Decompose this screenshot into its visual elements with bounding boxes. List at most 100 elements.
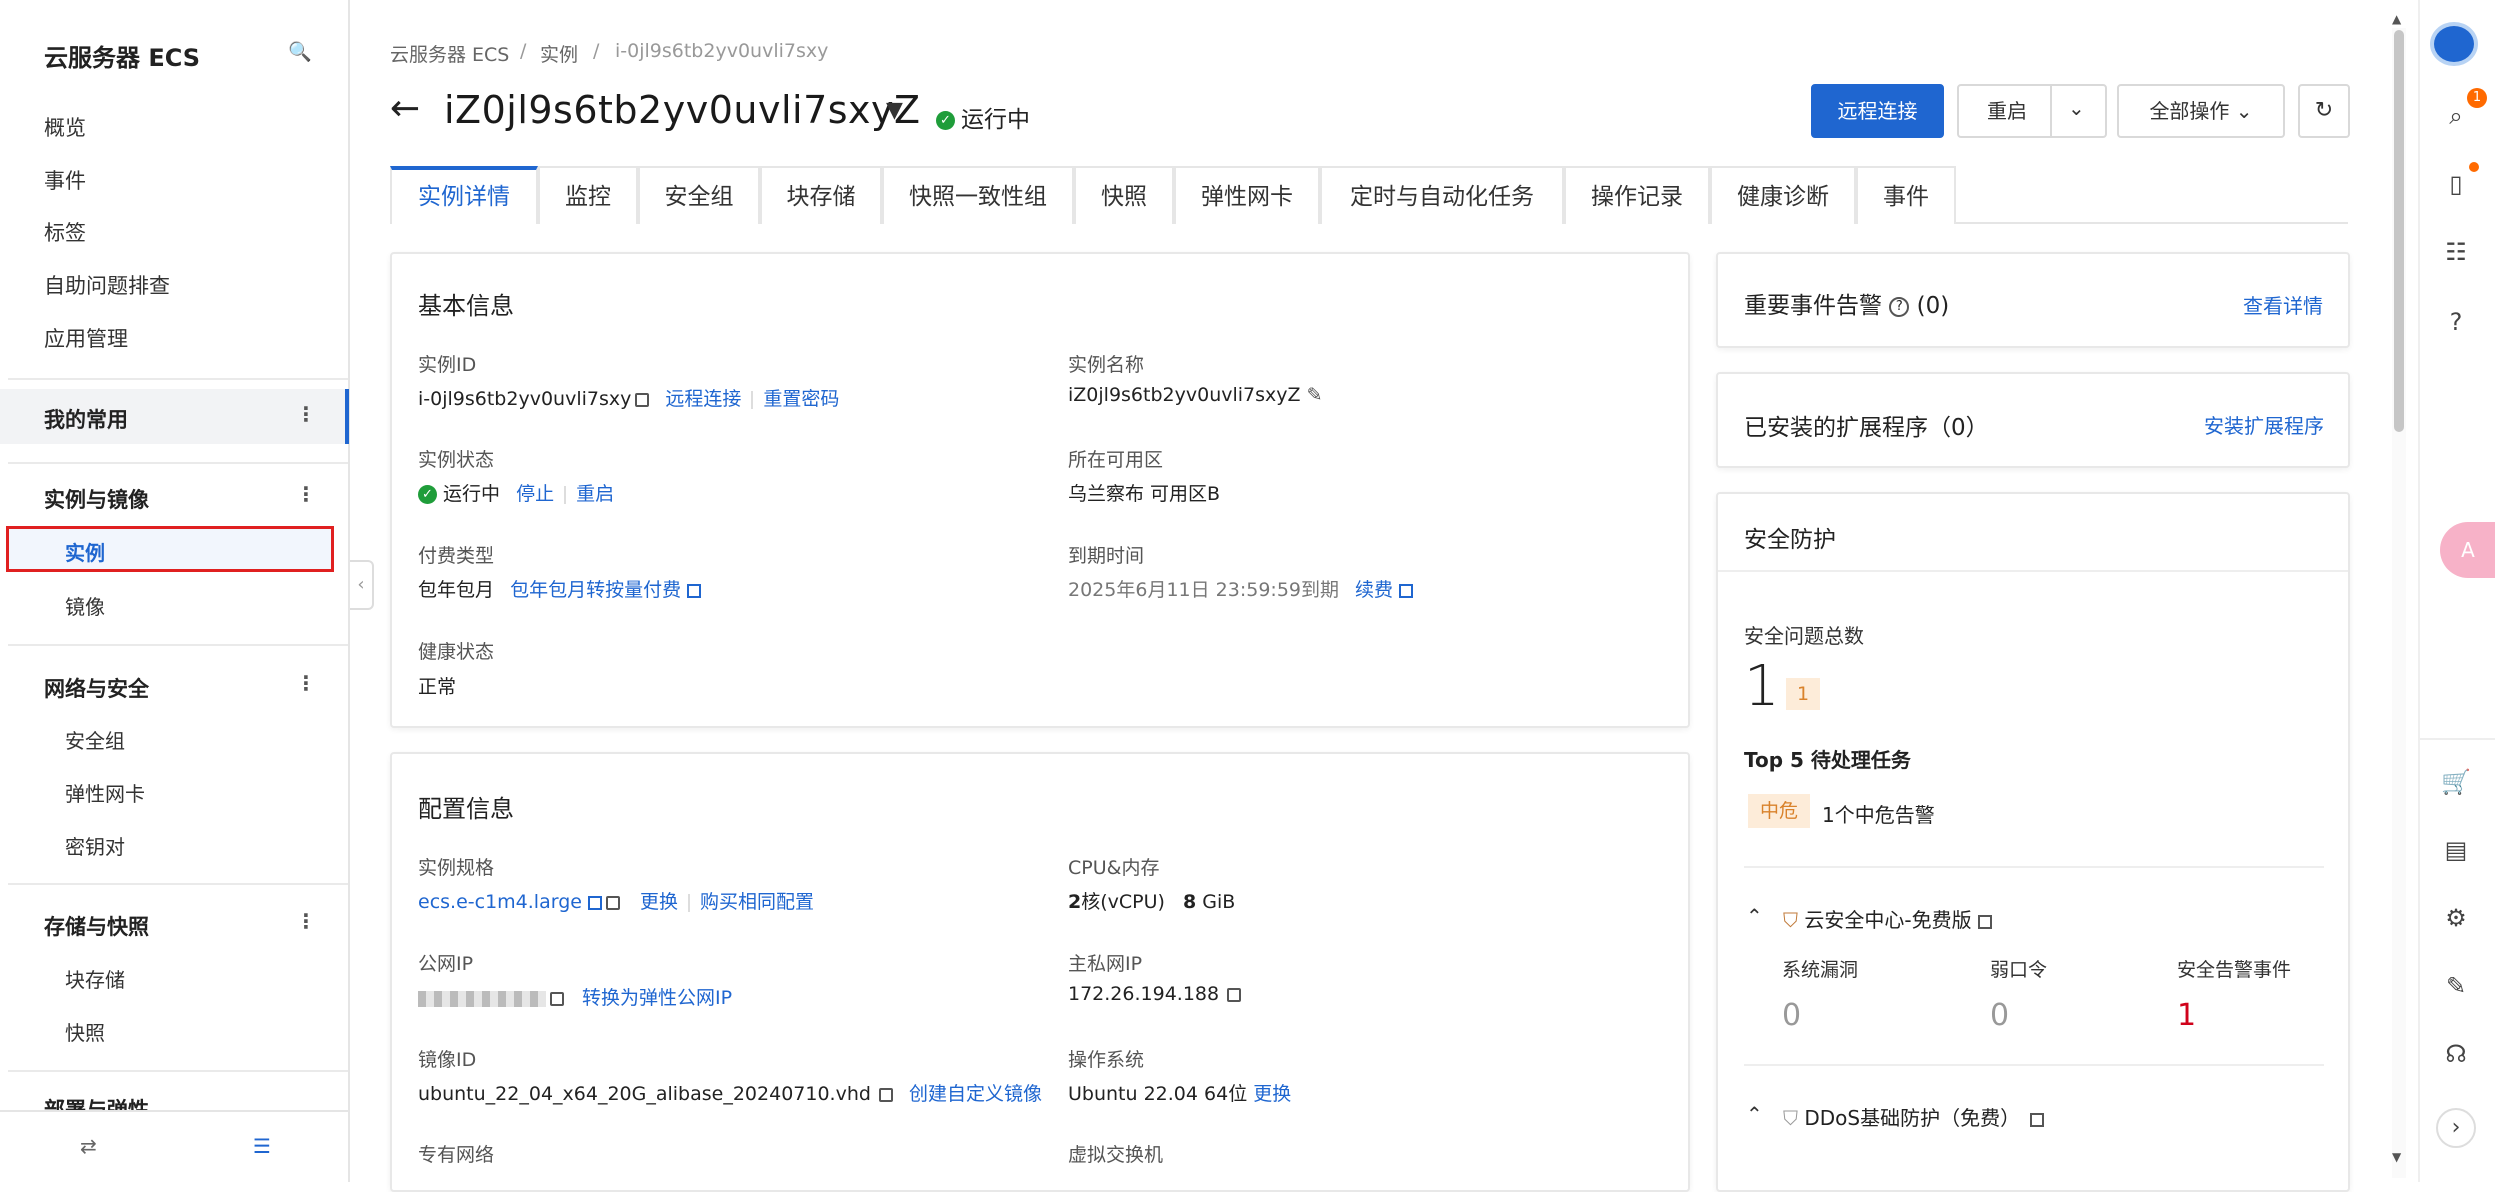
chevron-up-icon[interactable]: ⌃ bbox=[1746, 904, 1763, 928]
create-image-link[interactable]: 创建自定义镜像 bbox=[909, 1083, 1042, 1105]
sidebar-item-app-mgmt[interactable]: 应用管理 bbox=[44, 323, 128, 353]
copy-icon[interactable] bbox=[550, 991, 564, 1006]
group-deploy-elastic[interactable]: 部署与弹性 bbox=[44, 1094, 149, 1110]
stop-link[interactable]: 停止 bbox=[516, 483, 554, 505]
sidebar-item-security-group[interactable]: 安全组 bbox=[65, 725, 125, 754]
group-network-security[interactable]: 网络与安全 bbox=[44, 673, 149, 703]
sidebar-item-eni[interactable]: 弹性网卡 bbox=[65, 778, 145, 807]
external-link-icon[interactable] bbox=[2030, 1112, 2045, 1127]
headset-icon[interactable]: ☊ bbox=[2440, 1038, 2472, 1070]
sidebar-item-keypair[interactable]: 密钥对 bbox=[65, 831, 125, 860]
sidebar-footer: ⇄ ☰ bbox=[0, 1110, 350, 1180]
tab-events[interactable]: 事件 bbox=[1856, 166, 1956, 224]
breadcrumb-mid[interactable]: 实例 bbox=[540, 40, 578, 67]
all-actions-button[interactable]: 全部操作 ⌄ bbox=[2117, 84, 2285, 138]
page-title: iZ0jl9s6tb2yv0uvli7sxyZ bbox=[444, 88, 921, 132]
tab-security-group[interactable]: 安全组 bbox=[638, 166, 760, 224]
edit-icon[interactable]: ✎ bbox=[2440, 970, 2472, 1002]
help-icon[interactable]: ? bbox=[2440, 306, 2472, 338]
scroll-up-icon[interactable]: ▲ bbox=[2392, 12, 2401, 26]
os-row: Ubuntu 22.04 64位 更换 bbox=[1068, 1079, 1291, 1106]
scrollbar-thumb[interactable] bbox=[2394, 30, 2404, 432]
gear-icon[interactable]: ⚙ bbox=[2440, 902, 2472, 934]
sidebar-item-snapshot[interactable]: 快照 bbox=[65, 1017, 105, 1046]
renew-link[interactable]: 续费 bbox=[1355, 579, 1393, 601]
sidebar-item-tags[interactable]: 标签 bbox=[44, 217, 86, 247]
search-icon[interactable]: ⌕ bbox=[2440, 100, 2472, 132]
tab-scheduled-tasks[interactable]: 定时与自动化任务 bbox=[1320, 166, 1564, 224]
sidebar-item-overview[interactable]: 概览 bbox=[44, 112, 86, 142]
sidebar-item-troubleshoot[interactable]: 自助问题排查 bbox=[44, 270, 170, 300]
sidebar-item-block-storage[interactable]: 块存储 bbox=[65, 964, 125, 993]
group-more-icon[interactable]: ⋮ bbox=[296, 909, 316, 933]
external-link-icon[interactable] bbox=[1399, 583, 1414, 598]
pay-switch-link[interactable]: 包年包月转按量付费 bbox=[510, 579, 681, 601]
checklist-icon[interactable]: ☷ bbox=[2440, 236, 2472, 268]
message-icon[interactable]: ☰ bbox=[253, 1134, 271, 1158]
cart-icon[interactable]: 🛒 bbox=[2440, 766, 2472, 798]
divider bbox=[8, 644, 348, 646]
edit-icon[interactable]: ✎ bbox=[1307, 384, 1323, 406]
switch-icon[interactable]: ⇄ bbox=[80, 1134, 97, 1158]
restart-more-icon[interactable]: ⌄ bbox=[2068, 96, 2085, 120]
copy-icon[interactable] bbox=[605, 895, 620, 910]
reset-password-link[interactable]: 重置密码 bbox=[763, 388, 839, 410]
tab-snapshot[interactable]: 快照 bbox=[1074, 166, 1174, 224]
translate-icon[interactable]: A bbox=[2440, 522, 2495, 578]
weakpwd-count[interactable]: 0 bbox=[1990, 998, 2009, 1033]
external-link-icon[interactable] bbox=[1977, 914, 1992, 929]
tab-health[interactable]: 健康诊断 bbox=[1710, 166, 1856, 224]
os-change-link[interactable]: 更换 bbox=[1253, 1083, 1291, 1105]
alert-events-count[interactable]: 1 bbox=[2177, 998, 2196, 1033]
copy-icon[interactable] bbox=[635, 392, 650, 407]
collapse-sidebar-handle[interactable]: ‹ bbox=[350, 560, 374, 610]
buy-same-link[interactable]: 购买相同配置 bbox=[700, 891, 814, 913]
events-detail-link[interactable]: 查看详情 bbox=[2243, 290, 2323, 319]
copy-icon[interactable] bbox=[1227, 987, 1242, 1002]
book-icon[interactable]: ▯ bbox=[2440, 168, 2472, 200]
masked-ip bbox=[418, 990, 546, 1007]
external-link-icon[interactable] bbox=[587, 895, 602, 910]
tab-block-storage[interactable]: 块存储 bbox=[760, 166, 882, 224]
back-arrow-icon[interactable]: ← bbox=[390, 88, 420, 129]
help-icon[interactable]: ? bbox=[1889, 296, 1910, 317]
search-icon[interactable]: 🔍 bbox=[288, 40, 312, 63]
breadcrumb-root[interactable]: 云服务器 ECS bbox=[390, 40, 509, 67]
chevron-up-icon[interactable]: ⌃ bbox=[1746, 1102, 1763, 1126]
document-icon[interactable]: ▤ bbox=[2440, 834, 2472, 866]
restart-link[interactable]: 重启 bbox=[576, 483, 614, 505]
tab-eni[interactable]: 弹性网卡 bbox=[1174, 166, 1320, 224]
scroll-down-icon[interactable]: ▼ bbox=[2392, 1150, 2401, 1164]
external-link-icon[interactable] bbox=[687, 583, 702, 598]
refresh-icon[interactable]: ↻ bbox=[2298, 84, 2350, 138]
divider bbox=[8, 1070, 348, 1072]
assistant-avatar-icon[interactable] bbox=[2430, 22, 2478, 66]
medium-alert-text[interactable]: 1个中危告警 bbox=[1822, 799, 1935, 828]
tab-monitor[interactable]: 监控 bbox=[538, 166, 638, 224]
tab-snapshot-group[interactable]: 快照一致性组 bbox=[882, 166, 1074, 224]
image-id: ubuntu_22_04_x64_20G_alibase_20240710.vh… bbox=[418, 1083, 871, 1105]
group-instance-image[interactable]: 实例与镜像 bbox=[44, 484, 149, 514]
scrollbar[interactable] bbox=[2392, 28, 2406, 1178]
group-more-icon[interactable]: ⋮ bbox=[296, 482, 316, 506]
favorites-more-icon[interactable]: ⋮ bbox=[296, 402, 316, 426]
install-extension-link[interactable]: 安装扩展程序 bbox=[2204, 410, 2324, 439]
expand-icon[interactable]: › bbox=[2436, 1108, 2476, 1148]
change-spec-link[interactable]: 更换 bbox=[640, 891, 678, 913]
title-dropdown-icon[interactable]: ▼ bbox=[886, 98, 903, 123]
sidebar-item-instance[interactable]: 实例 bbox=[65, 537, 105, 566]
copy-icon[interactable] bbox=[878, 1087, 893, 1102]
vuln-count[interactable]: 0 bbox=[1782, 998, 1801, 1033]
sidebar-title: 云服务器 ECS bbox=[44, 44, 201, 72]
tab-details[interactable]: 实例详情 bbox=[390, 166, 538, 224]
sidebar-item-events[interactable]: 事件 bbox=[44, 165, 86, 195]
spec-link[interactable]: ecs.e-c1m4.large bbox=[418, 891, 582, 913]
group-storage-snapshot[interactable]: 存储与快照 bbox=[44, 911, 149, 941]
sidebar-item-image[interactable]: 镜像 bbox=[65, 591, 105, 620]
tab-operation-log[interactable]: 操作记录 bbox=[1564, 166, 1710, 224]
private-ip-label: 主私网IP bbox=[1068, 953, 1143, 975]
remote-connect-button[interactable]: 远程连接 bbox=[1811, 84, 1944, 138]
to-eip-link[interactable]: 转换为弹性公网IP bbox=[582, 987, 732, 1009]
remote-connect-link[interactable]: 远程连接 bbox=[665, 388, 741, 410]
group-more-icon[interactable]: ⋮ bbox=[296, 671, 316, 695]
